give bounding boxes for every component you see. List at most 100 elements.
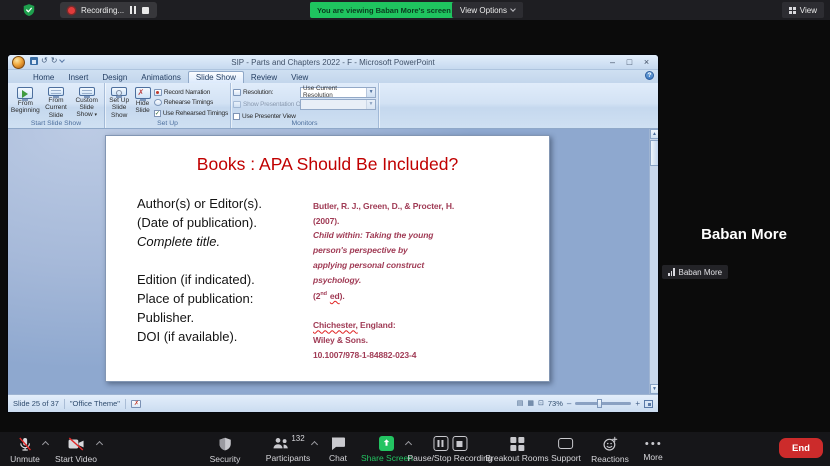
video-options-chevron[interactable] [96,441,103,448]
tab-slide-show[interactable]: Slide Show [188,71,244,83]
security-label: Security [210,454,241,464]
support-button[interactable]: Support [551,436,581,463]
fit-to-window-button[interactable] [644,400,653,408]
slide-indicator: Slide 25 of 37 [8,399,59,408]
more-button[interactable]: More [643,436,662,462]
start-video-button[interactable]: Start Video [55,436,97,464]
custom-slide-show-button[interactable]: Custom Slide Show ▾ [71,85,102,119]
scroll-up-icon[interactable]: ▲ [650,129,658,139]
end-meeting-button[interactable]: End [779,438,823,458]
window-controls: – □ × [604,56,655,68]
scroll-down-icon[interactable]: ▼ [650,384,658,394]
audio-options-chevron[interactable] [42,441,49,448]
zoom-meeting-screen: Recording... You are viewing Baban More'… [0,0,830,466]
scrollbar-thumb[interactable] [650,140,658,166]
zoom-out-button[interactable]: – [567,400,571,408]
from-current-slide-label: From Current Slide [41,97,72,119]
spell-check-icon[interactable] [131,400,141,408]
recording-dot-icon [68,7,75,14]
slide-show-view-button[interactable]: ⊡ [538,400,544,407]
powerpoint-window: ↺ ↻ SIP - Parts and Chapters 2022 - F - … [8,55,658,412]
text-line: Place of publication: [137,289,262,308]
text-line: Edition (if indicated). [137,270,262,289]
citation-line: applying personal construct [313,258,454,273]
window-title: SIP - Parts and Chapters 2022 - F - Micr… [8,58,658,67]
view-options-button[interactable]: View Options [452,2,523,18]
restore-button[interactable]: □ [621,56,638,68]
redo-icon[interactable]: ↻ [51,57,58,65]
tab-review[interactable]: Review [244,72,284,83]
powerpoint-status-bar: Slide 25 of 37 "Office Theme" ▤ ▦ ⊡ 73% … [8,394,658,412]
citation-line: 10.1007/978-1-84882-023-4 [313,348,454,363]
participants-count: 132 [291,434,304,443]
from-beginning-button[interactable]: From Beginning [10,85,41,119]
breakout-rooms-button[interactable]: Breakout Rooms [485,436,548,463]
tab-view[interactable]: View [284,72,315,83]
help-icon[interactable]: ? [645,71,654,80]
encryption-shield-icon[interactable] [22,3,36,17]
slide-sorter-view-button[interactable]: ▦ [527,400,534,407]
record-narration-button[interactable]: Record Narration [154,87,228,98]
zoom-toolbar: Unmute Start Video Security [0,432,830,466]
stop-recording-icon[interactable] [452,436,467,451]
support-icon [559,438,574,449]
tab-home[interactable]: Home [26,72,61,83]
zoom-level: 73% [548,399,563,408]
zoom-slider-thumb[interactable] [597,399,602,408]
unmute-button[interactable]: Unmute [10,436,40,464]
zoom-slider[interactable] [575,402,631,405]
chat-bubble-icon [330,436,346,451]
save-icon[interactable] [30,57,38,65]
start-slide-show-group: From Beginning From Current Slide Custom… [8,83,105,128]
from-beginning-label: From Beginning [10,100,41,115]
share-screen-label: Share Screen [361,453,413,463]
view-layout-button[interactable]: View [782,2,824,18]
badge-name-label: Baban More [679,268,723,277]
checkbox-checked-icon: ✓ [154,110,161,117]
set-up-slide-show-button[interactable]: Set Up Slide Show [107,85,131,119]
share-screen-button[interactable]: Share Screen [361,436,413,463]
set-up-slide-show-label: Set Up Slide Show [107,97,131,119]
viewing-screen-banner: You are viewing Baban More's screen [310,2,458,18]
participant-name-badge: Baban More [662,265,728,279]
from-current-slide-button[interactable]: From Current Slide [41,85,72,119]
minimize-button[interactable]: – [604,56,621,68]
apa-elements-text-block: Author(s) or Editor(s). (Date of publica… [137,194,262,346]
reactions-button[interactable]: Reactions [591,436,629,464]
participants-button[interactable]: 132 Participants [266,436,310,463]
tab-insert[interactable]: Insert [61,72,95,83]
qat-dropdown-icon[interactable] [60,57,66,63]
use-rehearsed-timings-checkbox[interactable]: ✓ Use Rehearsed Timings [154,108,228,119]
pause-recording-icon[interactable] [130,6,136,14]
vertical-scrollbar[interactable]: ▲ ▼ [649,129,658,394]
show-presentation-on-select: ▼ [300,99,376,110]
ribbon-tab-strip: Home Insert Design Animations Slide Show… [8,70,658,83]
pause-stop-recording-button[interactable]: Pause/Stop Recording [407,436,492,463]
start-video-label: Start Video [55,454,97,464]
zoom-in-button[interactable]: + [635,400,640,408]
close-button[interactable]: × [638,56,655,68]
participants-options-chevron[interactable] [311,441,318,448]
citation-line: Child within: Taking the young [313,228,454,243]
pause-recording-icon[interactable] [433,436,448,451]
rehearse-timings-button[interactable]: Rehearse Timings [154,98,228,109]
chat-button[interactable]: Chat [329,436,347,463]
more-label: More [643,452,662,462]
normal-view-button[interactable]: ▤ [517,400,524,407]
undo-icon[interactable]: ↺ [41,57,48,65]
citation-line: person's perspective by [313,243,454,258]
set-up-slide-show-icon [111,87,127,96]
stop-recording-icon[interactable] [142,7,149,14]
record-narration-icon [154,89,162,96]
resolution-icon [233,89,241,96]
recording-label: Recording... [81,6,124,15]
resolution-select[interactable]: Use Current Resolution ▼ [300,87,376,98]
hide-slide-button[interactable]: ✗ Hide Slide [131,85,154,119]
security-button[interactable]: Security [210,436,241,464]
tab-design[interactable]: Design [95,72,134,83]
breakout-rooms-icon [510,437,524,451]
office-button[interactable] [12,56,25,69]
tab-animations[interactable]: Animations [134,72,188,83]
text-line: Publisher. [137,308,262,327]
monitors-group-label: Monitors [231,120,378,127]
